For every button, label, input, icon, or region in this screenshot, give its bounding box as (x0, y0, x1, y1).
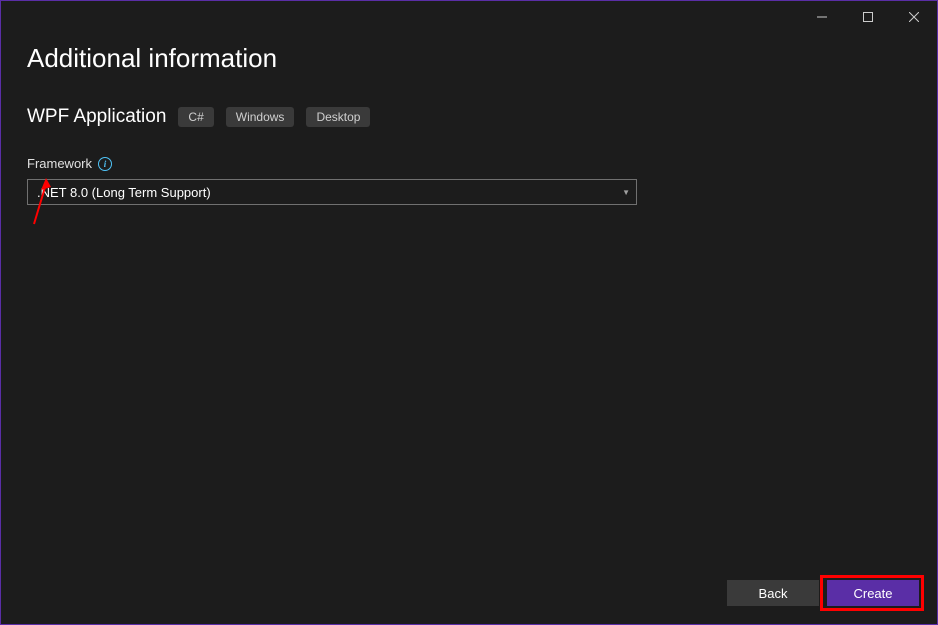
create-button[interactable]: Create (827, 580, 919, 606)
project-name: WPF Application (27, 106, 166, 128)
minimize-button[interactable] (799, 2, 845, 32)
button-bar: Back Create (727, 580, 919, 606)
page-title: Additional information (27, 43, 911, 74)
maximize-button[interactable] (845, 2, 891, 32)
content-area: Additional information WPF Application C… (1, 33, 937, 205)
back-button[interactable]: Back (727, 580, 819, 606)
window-controls (799, 2, 937, 32)
framework-selected-value: .NET 8.0 (Long Term Support) (37, 185, 211, 200)
framework-label: Framework (27, 156, 92, 171)
chevron-down-icon: ▼ (622, 188, 630, 197)
close-button[interactable] (891, 2, 937, 32)
project-row: WPF Application C# Windows Desktop (27, 106, 911, 128)
framework-dropdown[interactable]: .NET 8.0 (Long Term Support) ▼ (27, 179, 637, 205)
tag-desktop: Desktop (306, 107, 370, 127)
framework-label-row: Framework i (27, 156, 911, 171)
tag-windows: Windows (226, 107, 295, 127)
tag-csharp: C# (178, 107, 213, 127)
titlebar (1, 1, 937, 33)
info-icon[interactable]: i (98, 157, 112, 171)
